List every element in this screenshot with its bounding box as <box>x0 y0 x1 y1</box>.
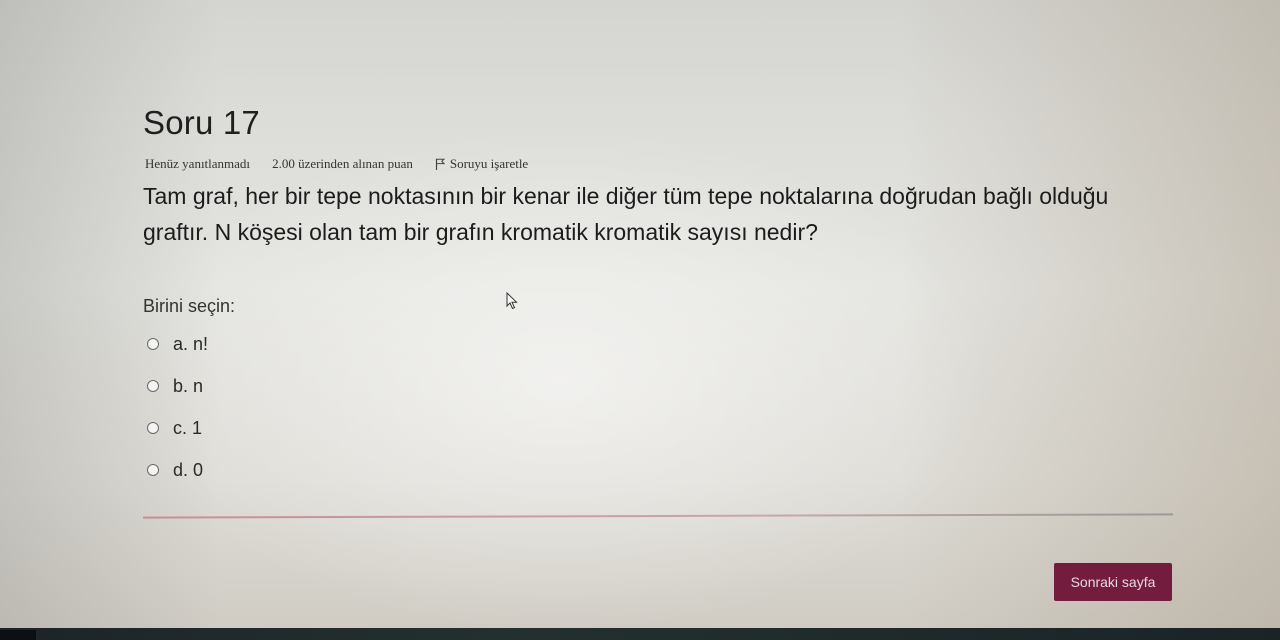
answer-option-c[interactable]: c. 1 <box>147 414 208 442</box>
answer-label: b. n <box>173 375 204 396</box>
answer-prompt: Birini seçin: <box>143 296 236 316</box>
screen-shading-right <box>900 0 1280 640</box>
answer-list: a. n! b. n c. 1 d. 0 <box>147 330 208 498</box>
answer-label: d. 0 <box>173 459 204 480</box>
flag-question-label: Soruyu işaretle <box>449 156 529 171</box>
divider <box>142 513 1174 519</box>
question-text: Tam graf, her bir tepe noktasının bir ke… <box>143 183 1109 245</box>
answer-option-a[interactable]: a. n! <box>147 330 208 358</box>
mouse-cursor-icon <box>506 292 518 310</box>
question-state: Henüz yanıtlanmadı <box>145 156 251 171</box>
flag-icon <box>435 158 445 170</box>
radio-button[interactable] <box>147 464 159 476</box>
question-info: Henüz yanıtlanmadı 2.00 üzerinden alınan… <box>143 156 1173 172</box>
radio-button[interactable] <box>147 338 159 350</box>
next-page-button[interactable]: Sonraki sayfa <box>1054 563 1172 601</box>
screen-corner <box>0 630 36 640</box>
answer-option-b[interactable]: b. n <box>147 372 208 400</box>
question-grade: 2.00 üzerinden alınan puan <box>272 156 413 171</box>
screen-shading-left <box>0 0 220 640</box>
answer-label: a. n! <box>173 333 209 354</box>
radio-button[interactable] <box>147 380 159 392</box>
question-block: Soru 17 Henüz yanıtlanmadı 2.00 üzerinde… <box>143 104 1173 250</box>
answer-label: c. 1 <box>173 417 203 438</box>
screen-bottom-edge <box>0 628 1280 640</box>
answer-option-d[interactable]: d. 0 <box>147 456 208 484</box>
flag-question-link[interactable]: Soruyu işaretle <box>435 156 528 172</box>
question-title: Soru 17 <box>143 104 260 141</box>
radio-button[interactable] <box>147 422 159 434</box>
